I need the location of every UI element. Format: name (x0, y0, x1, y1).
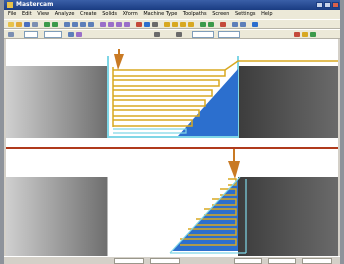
zoom-window-icon[interactable] (64, 22, 70, 27)
menu-file[interactable]: File (8, 11, 16, 17)
view-divider (6, 147, 338, 149)
attributes-icon[interactable] (76, 32, 82, 37)
menu-analyze[interactable]: Analyze (55, 11, 75, 17)
y-coordinate-field[interactable] (218, 31, 240, 38)
backplot-icon[interactable] (208, 22, 214, 27)
tool-marker-bottom (228, 161, 240, 179)
post-icon[interactable] (220, 22, 226, 27)
wcs-icon[interactable] (154, 32, 160, 37)
menu-machine-type[interactable]: Machine Type (143, 11, 177, 17)
new-file-icon[interactable] (8, 22, 14, 27)
right-stock-wall (238, 66, 338, 138)
menu-bar: File Edit View Analyze Create Solids Xfo… (4, 10, 340, 19)
grid-icon[interactable] (310, 32, 316, 37)
left-stock-wall-lower (6, 177, 108, 256)
level-field[interactable] (44, 31, 62, 38)
top-pocket-view (6, 49, 338, 138)
app-icon (7, 2, 13, 8)
snap-icon[interactable] (302, 32, 308, 37)
close-button[interactable] (332, 2, 339, 8)
z-depth-field[interactable] (24, 31, 38, 38)
verify-icon[interactable] (200, 22, 206, 27)
front-view-icon[interactable] (108, 22, 114, 27)
shaded-icon[interactable] (144, 22, 150, 27)
toolpath-outline-top (113, 128, 187, 134)
menu-toolpaths[interactable]: Toolpaths (183, 11, 207, 17)
autocursor-icon[interactable] (294, 32, 300, 37)
contour-icon[interactable] (172, 22, 178, 27)
zoom-out-icon[interactable] (80, 22, 86, 27)
status-field-3[interactable] (234, 258, 262, 264)
attribute-toolbar (4, 29, 340, 39)
menu-settings[interactable]: Settings (235, 11, 256, 17)
save-icon[interactable] (24, 22, 30, 27)
cplane-icon[interactable] (176, 32, 182, 37)
menu-help[interactable]: Help (261, 11, 272, 17)
top-view-icon[interactable] (100, 22, 106, 27)
graphics-viewport[interactable] (6, 39, 338, 256)
window-title: Mastercam (16, 1, 54, 8)
status-bar (4, 256, 340, 264)
menu-solids[interactable]: Solids (102, 11, 117, 17)
plane-icon[interactable] (8, 32, 14, 37)
status-field-2[interactable] (150, 258, 180, 264)
status-field-4[interactable] (268, 258, 296, 264)
help-icon[interactable] (252, 22, 258, 27)
layer-icon[interactable] (232, 22, 238, 27)
redo-icon[interactable] (52, 22, 58, 27)
maximize-button[interactable] (324, 2, 331, 8)
status-field-1[interactable] (114, 258, 144, 264)
iso-view-icon[interactable] (124, 22, 130, 27)
open-folder-icon[interactable] (16, 22, 22, 27)
left-stock-wall (6, 66, 108, 138)
menu-xform[interactable]: Xform (123, 11, 138, 17)
toolpath-views (6, 49, 338, 256)
wireframe-icon[interactable] (136, 22, 142, 27)
hidden-line-icon[interactable] (152, 22, 158, 27)
main-toolbar (4, 19, 340, 29)
print-icon[interactable] (32, 22, 38, 27)
pocket-icon[interactable] (180, 22, 186, 27)
minimize-button[interactable] (316, 2, 323, 8)
x-coordinate-field[interactable] (192, 31, 214, 38)
right-stock-wall-lower (238, 177, 338, 256)
color-icon[interactable] (68, 32, 74, 37)
fit-icon[interactable] (88, 22, 94, 27)
drill-icon[interactable] (188, 22, 194, 27)
level-icon[interactable] (240, 22, 246, 27)
status-field-5[interactable] (302, 258, 332, 264)
mastercam-window: Mastercam File Edit View Analyze Create … (4, 0, 340, 264)
menu-edit[interactable]: Edit (22, 11, 32, 17)
zoom-in-icon[interactable] (72, 22, 78, 27)
tool-marker-top (114, 54, 124, 70)
toolpath-icon[interactable] (164, 22, 170, 27)
undo-icon[interactable] (44, 22, 50, 27)
title-bar: Mastercam (4, 0, 340, 10)
bottom-profile-view (6, 149, 338, 256)
menu-screen[interactable]: Screen (212, 11, 229, 17)
side-view-icon[interactable] (116, 22, 122, 27)
menu-create[interactable]: Create (80, 11, 97, 17)
menu-view[interactable]: View (37, 11, 49, 17)
